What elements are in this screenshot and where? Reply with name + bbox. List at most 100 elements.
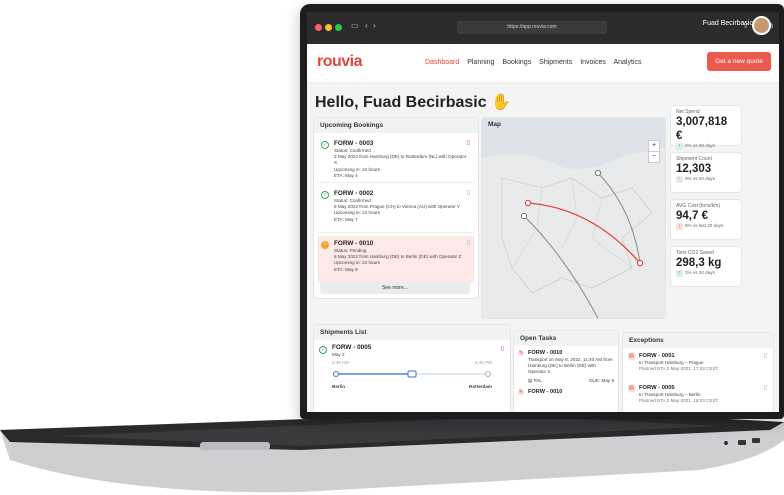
shipments-title: Shipments List	[314, 325, 510, 340]
stat-change: ↑ 2% vs 30 days	[676, 270, 736, 277]
exception-item[interactable]: ▤ ▯ FORW - 0005 In Transport Hamburg – B…	[623, 382, 773, 404]
task-item[interactable]: ✎ FORW - 0010	[514, 384, 618, 396]
back-icon[interactable]: ‹	[365, 21, 368, 30]
user-name[interactable]: Fuad Becirbasic	[703, 20, 753, 27]
minimize-window-button[interactable]	[325, 24, 332, 31]
booking-id: FORW - 0003	[334, 140, 374, 147]
truck-icon	[407, 370, 417, 378]
arrow-down-icon: ↓	[676, 223, 683, 230]
exception-id: FORW - 0001	[639, 353, 675, 359]
zoom-out-button[interactable]: −	[648, 151, 660, 163]
stat-change-text: 2% vs 30 days	[685, 270, 715, 275]
booking-id: FORW - 0002	[334, 190, 374, 197]
net-spend-card: Net Spend 3,007,818 € ↑ 2% vs 30 days	[670, 105, 742, 150]
booking-item[interactable]: ! ▯ FORW - 0010 Status: Pending 8 May 20…	[318, 236, 474, 283]
map-card[interactable]: Map + −	[481, 117, 666, 319]
bookmark-icon[interactable]: ▯	[467, 190, 470, 196]
confirmed-check-icon: ✓	[321, 141, 329, 149]
booking-route: 3 May 2022 from Hamburg (DE) to Rotterda…	[334, 154, 467, 166]
map-title: Map	[488, 121, 501, 128]
shipment-check-icon: ✓	[319, 346, 327, 354]
greeting-text: Hello, Fuad Becirbasic	[315, 94, 487, 111]
nav-analytics[interactable]: Analytics	[613, 59, 641, 66]
sidebar-toggle-icon[interactable]: ▭	[351, 21, 359, 30]
edit-icon: ✎	[518, 350, 524, 356]
exception-eta: Planned ETA 2 May 2022, 17:03 CEST	[639, 366, 719, 372]
stat-value: 298,3 kg	[676, 257, 722, 269]
stat-change-text: 2% vs 30 days	[685, 143, 715, 148]
booking-item[interactable]: ✓ ▯ FORW - 0003 Status: Confirmed 3 May …	[318, 136, 474, 183]
nav-bookings[interactable]: Bookings	[502, 59, 531, 66]
bookings-title: Upcoming Bookings	[314, 118, 478, 133]
stat-change: · 0% vs 30 days	[676, 176, 736, 183]
browser-toolbar: ▭ ‹ › https://app.rouvia.com ⇪ + ⧉	[307, 12, 779, 44]
shipment-date: May 2	[332, 352, 345, 357]
task-id: FORW - 0010	[528, 350, 563, 356]
stat-change: ↓ 8% vs last 30 days	[676, 223, 736, 230]
shipment-from: Berlin	[332, 384, 346, 390]
task-id: FORW - 0010	[528, 388, 563, 395]
nav-shipments[interactable]: Shipments	[539, 59, 572, 66]
avg-cost-card: AVG Cost (tons/km) 94,7 € ↓ 8% vs last 30…	[670, 199, 742, 240]
shipment-count-card: Shipment Count 12,303 · 0% vs 30 days	[670, 152, 742, 193]
co2-saved-card: Tons CO2 Saved 298,3 kg ↑ 2% vs 30 days	[670, 246, 742, 287]
forward-icon[interactable]: ›	[373, 21, 376, 30]
logo[interactable]: rouvia	[317, 53, 363, 71]
bookmark-icon[interactable]: ▯	[501, 345, 504, 352]
exceptions-title: Exceptions	[623, 333, 773, 348]
arrow-up-icon: ↑	[676, 270, 683, 277]
shipment-route: Berlin Rotterdam	[332, 384, 492, 390]
upcoming-bookings-card: Upcoming Bookings ✓ ▯ FORW - 0003 Status…	[313, 117, 479, 299]
bookmark-icon[interactable]: ▯	[467, 140, 470, 146]
shipment-times: 3:40 AM 3:40 PM	[332, 360, 492, 366]
exception-document-icon: ▤	[628, 353, 635, 360]
app-screen: ▭ ‹ › https://app.rouvia.com ⇪ + ⧉ rouvi…	[307, 12, 779, 412]
shipments-list-card: Shipments List ✓ ▯ FORW - 0005 May 2 3:4…	[313, 324, 511, 412]
exception-eta: Planned ETA 2 May 2022, 18:03 CEST	[639, 398, 719, 404]
nav-dashboard[interactable]: Dashboard	[425, 59, 459, 66]
exception-item[interactable]: ▤ ▯ FORW - 0001 In Transport Hamburg – P…	[623, 348, 773, 382]
stat-change-text: 0% vs 30 days	[685, 176, 715, 181]
app-header: rouvia Dashboard Planning Bookings Shipm…	[307, 16, 779, 83]
bookmark-icon[interactable]: ▯	[764, 384, 767, 391]
nav-invoices[interactable]: Invoices	[580, 59, 606, 66]
map-marker	[520, 212, 528, 220]
confirmed-check-icon: ✓	[321, 191, 329, 199]
bookmark-icon[interactable]: ▯	[764, 352, 767, 359]
exception-id: FORW - 0005	[639, 385, 675, 391]
map-marker	[524, 199, 532, 207]
booking-eta: ETA: May 4	[334, 172, 358, 178]
booking-id: FORW - 0010	[334, 240, 374, 247]
nav-planning[interactable]: Planning	[467, 59, 494, 66]
maximize-window-button[interactable]	[335, 24, 342, 31]
address-bar[interactable]: https://app.rouvia.com	[457, 21, 607, 34]
shipment-start-time: 3:40 AM	[332, 360, 349, 366]
avatar[interactable]	[752, 16, 771, 35]
page-title: Hello, Fuad Becirbasic ✋	[315, 92, 511, 112]
shipment-to: Rotterdam	[469, 384, 492, 390]
edit-icon: ✎	[518, 388, 524, 395]
map-canvas[interactable]	[482, 118, 665, 318]
url-text: https://app.rouvia.com	[507, 24, 557, 30]
close-window-button[interactable]	[315, 24, 322, 31]
shipment-progress	[333, 370, 491, 378]
arrow-up-icon: ↑	[676, 143, 683, 150]
stat-value: 94,7 €	[676, 210, 708, 222]
stat-value: 3,007,818 €	[676, 116, 728, 142]
booking-item[interactable]: ✓ ▯ FORW - 0002 Status: Confirmed 5 May …	[318, 186, 474, 233]
see-more-button[interactable]: See more...	[320, 282, 470, 294]
shipment-end-time: 3:40 PM	[474, 360, 492, 366]
wave-icon: ✋	[491, 94, 511, 111]
task-item[interactable]: ✎ FORW - 0010 Transport on May 8, 2022, …	[514, 346, 618, 384]
exceptions-card: Exceptions ▤ ▯ FORW - 0001 In Transport …	[622, 332, 774, 412]
booking-eta: ETA: May 9	[334, 266, 358, 272]
shipment-item[interactable]: ✓ ▯ FORW - 0005 May 2 3:40 AM 3:40 PM Be…	[314, 340, 510, 391]
exception-document-icon: ▤	[628, 385, 635, 392]
stat-change: ↑ 2% vs 30 days	[676, 143, 736, 150]
new-quote-button[interactable]: Get a new quote	[707, 52, 771, 71]
task-text: Transport on May 8, 2022, 11:40 AM from …	[528, 357, 613, 375]
neutral-icon: ·	[676, 176, 683, 183]
bookmark-icon[interactable]: ▯	[467, 240, 470, 246]
tasks-title: Open Tasks	[514, 331, 618, 346]
document-icon: ▤	[528, 377, 533, 383]
